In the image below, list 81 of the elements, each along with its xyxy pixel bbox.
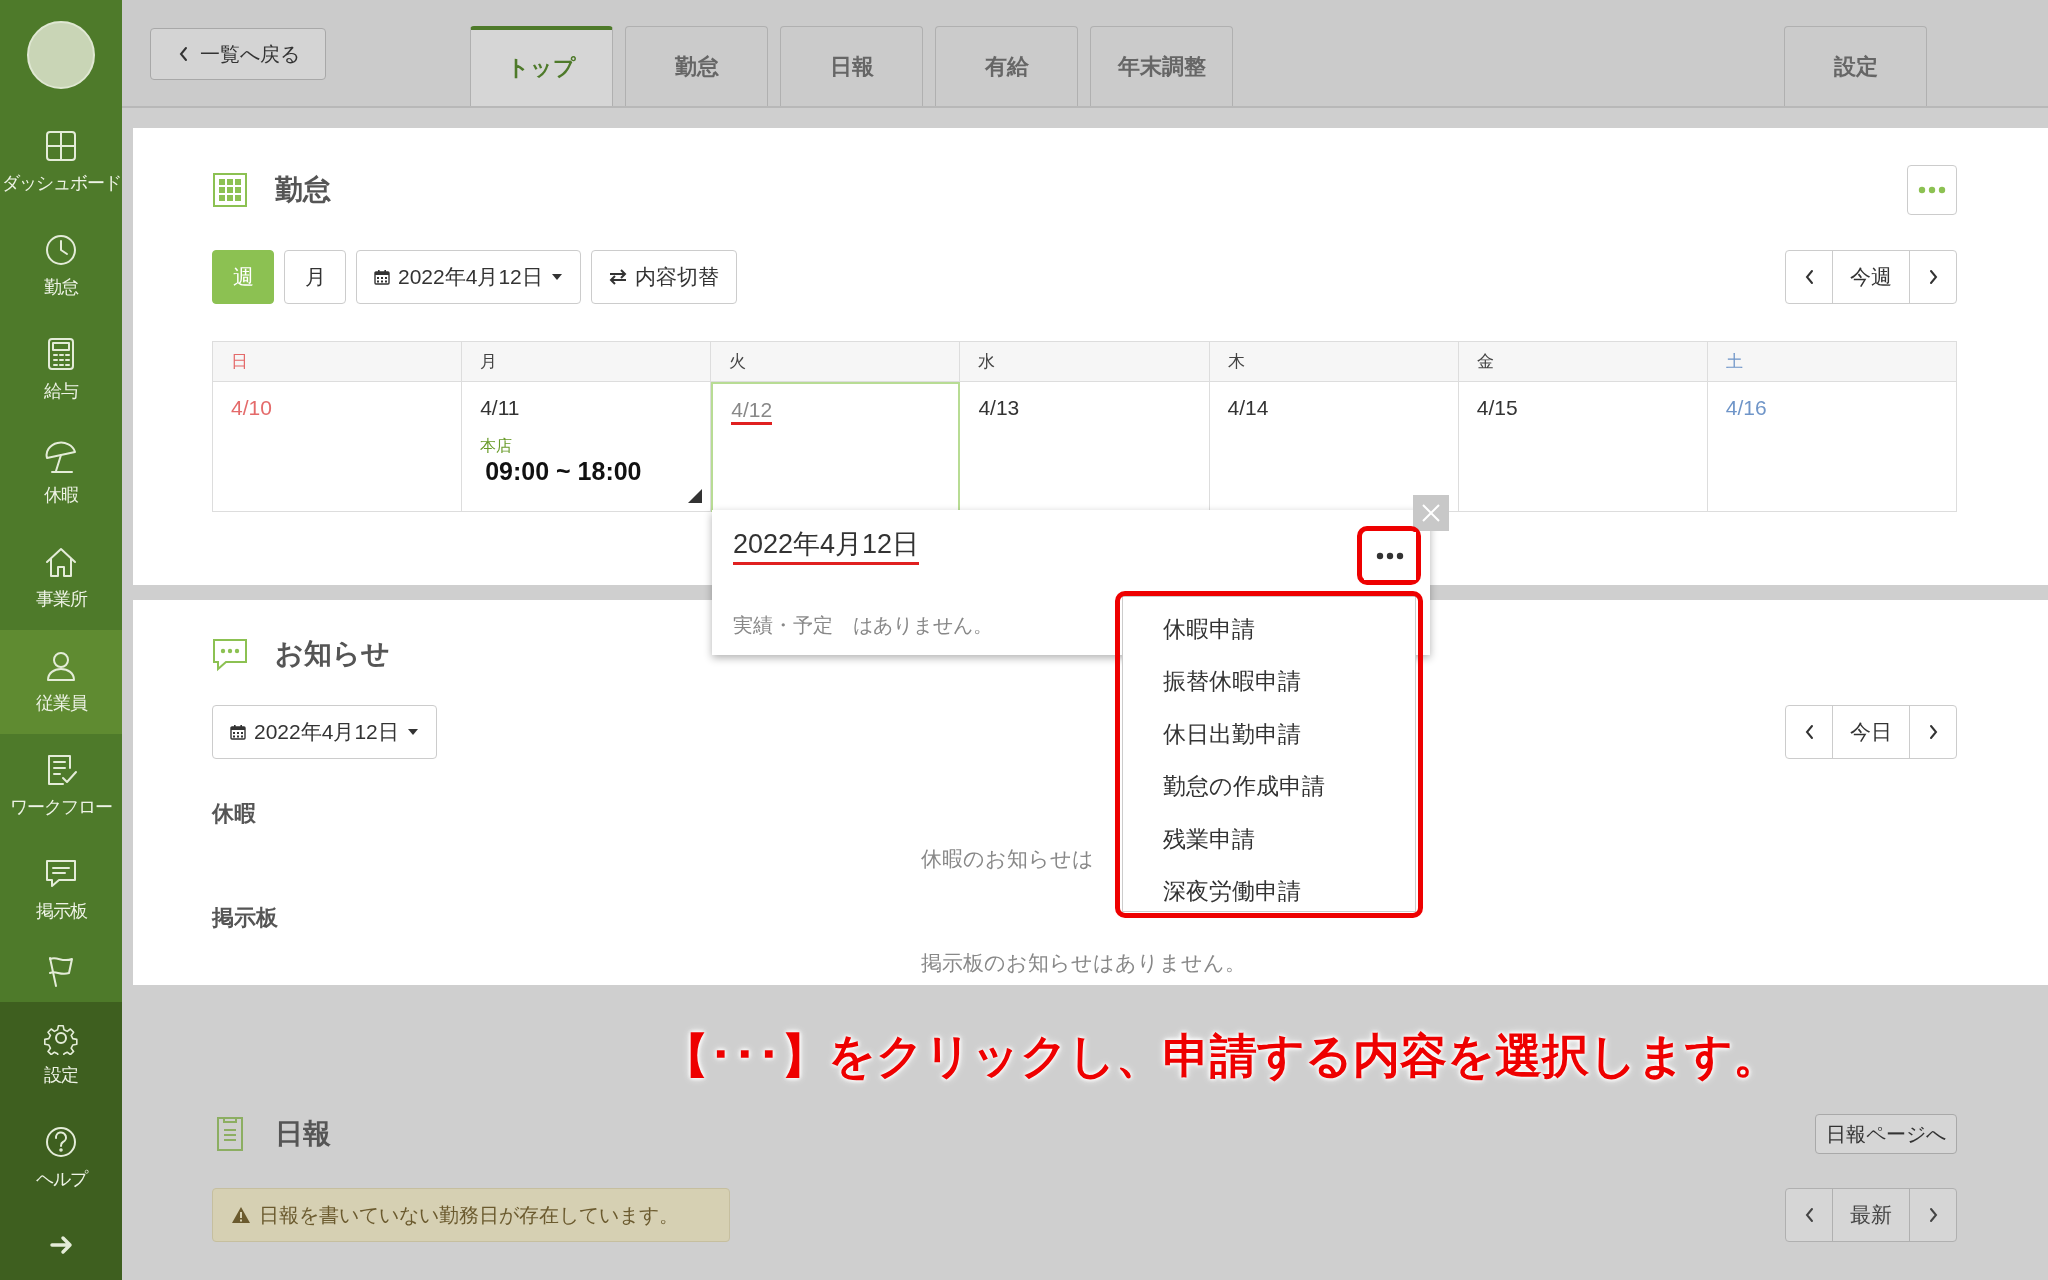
popup-message: 実績・予定 はありません。 (733, 613, 993, 638)
swap-arrows-icon (608, 269, 627, 285)
sidebar-item[interactable]: 休暇 (0, 422, 122, 526)
help-icon (44, 1125, 78, 1159)
person-icon (44, 649, 78, 683)
empty-message: 休暇のお知らせは (921, 847, 1094, 870)
date-label: 4/16 (1725, 396, 1767, 420)
settings-tab[interactable]: 設定 (1784, 26, 1927, 106)
more-button[interactable] (1364, 532, 1416, 580)
grid-icon (44, 129, 78, 163)
tab[interactable]: 有給 (935, 26, 1078, 106)
weekday-header: 木 (1209, 342, 1459, 382)
caret-down-icon (550, 272, 563, 282)
sidebar-item[interactable]: 従業員 (0, 630, 122, 734)
tab[interactable]: 年末調整 (1090, 26, 1233, 106)
weekday-header: 水 (960, 342, 1210, 382)
sidebar-item[interactable]: 設定 (0, 1002, 122, 1106)
corner-triangle-icon (688, 489, 703, 503)
highlight-frame (1357, 526, 1421, 585)
section-title: 勤怠 (275, 173, 331, 207)
subsection-heading: 掲示板 (212, 904, 279, 932)
close-icon (1421, 503, 1441, 523)
date-dropdown[interactable]: 2022年4月12日 (212, 705, 437, 759)
date-label: 4/12 (731, 398, 773, 425)
shift-location: 本店 (480, 436, 513, 456)
caret-down-icon (406, 727, 419, 737)
weekday-header: 月 (462, 342, 712, 382)
weekday-header: 金 (1458, 342, 1708, 382)
menu-item[interactable]: 休暇申請 (1123, 605, 1415, 658)
current-period-button[interactable]: 今週 (1832, 251, 1910, 303)
current-period-button[interactable]: 最新 (1832, 1189, 1910, 1241)
switch-content-button[interactable]: 内容切替 (590, 250, 737, 304)
menu-item[interactable]: 振替休暇申請 (1123, 657, 1415, 710)
calendar-icon (374, 269, 390, 285)
annotation-caption: 【･･･】をクリックし、申請する内容を選択します。 (662, 1028, 1780, 1084)
umbrella-icon (44, 441, 78, 475)
sidebar-item[interactable]: 勤怠 (0, 214, 122, 318)
date-label: 4/11 (480, 396, 520, 420)
tab[interactable]: 勤怠 (625, 26, 768, 106)
more-dots-icon (1918, 185, 1946, 195)
daily-page-button[interactable]: 日報ページへ (1815, 1114, 1957, 1154)
sidebar-item[interactable]: 事業所 (0, 526, 122, 630)
day-cell[interactable]: 4/11 本店 09:00 ~ 18:00 (462, 382, 712, 512)
close-button[interactable] (1413, 495, 1449, 531)
sidebar-item[interactable]: ヘルプ (0, 1106, 122, 1210)
sidebar-item[interactable]: ダッシュボード (0, 110, 122, 214)
weekday-header: 土 (1707, 342, 1957, 382)
speech-bubble-icon (212, 636, 248, 672)
weekday-header: 火 (711, 342, 961, 382)
day-cell[interactable]: 4/15 (1458, 382, 1708, 512)
current-period-button[interactable]: 今日 (1832, 706, 1910, 758)
date-label: 4/13 (978, 396, 1020, 420)
sidebar-item[interactable]: 給与 (0, 318, 122, 422)
weekday-header: 日 (213, 342, 463, 382)
empty-message: 掲示板のお知らせはありません。 (921, 951, 1246, 974)
subsection-heading: 休暇 (212, 800, 257, 828)
shift-time: 09:00 ~ 18:00 (485, 457, 642, 486)
menu-item[interactable]: 勤怠の作成申請 (1123, 762, 1415, 815)
tab[interactable]: 日報 (780, 26, 923, 106)
calendar-grid-icon (212, 172, 248, 208)
calendar-icon (230, 724, 246, 740)
back-button[interactable]: 一覧へ戻る (150, 28, 326, 80)
sidebar-item[interactable]: 掲示板 (0, 838, 122, 942)
date-label: 4/10 (231, 396, 272, 420)
tab[interactable]: トップ (470, 26, 613, 106)
date-label: 4/14 (1227, 396, 1269, 420)
section-title: 日報 (275, 1117, 331, 1151)
warning-icon (231, 1206, 251, 1224)
warning-text: 日報を書いていない勤務日が存在しています。 (259, 1202, 679, 1228)
clock-icon (44, 233, 78, 267)
section-title: お知らせ (275, 637, 390, 671)
date-dropdown[interactable]: 2022年4月12日 (356, 250, 581, 304)
view-toggle-button[interactable]: 月 (284, 250, 346, 304)
menu-item[interactable]: 残業申請 (1123, 814, 1415, 867)
menu-item[interactable]: 深夜労働申請 (1123, 866, 1415, 920)
popup-date: 2022年4月12日 (733, 526, 920, 565)
date-label: 4/15 (1476, 396, 1518, 420)
more-dots-icon (1376, 551, 1404, 561)
sidebar-item[interactable]: ワークフロー (0, 734, 122, 838)
menu-item[interactable]: 休日出勤申請 (1123, 709, 1415, 763)
house-icon (44, 545, 78, 579)
